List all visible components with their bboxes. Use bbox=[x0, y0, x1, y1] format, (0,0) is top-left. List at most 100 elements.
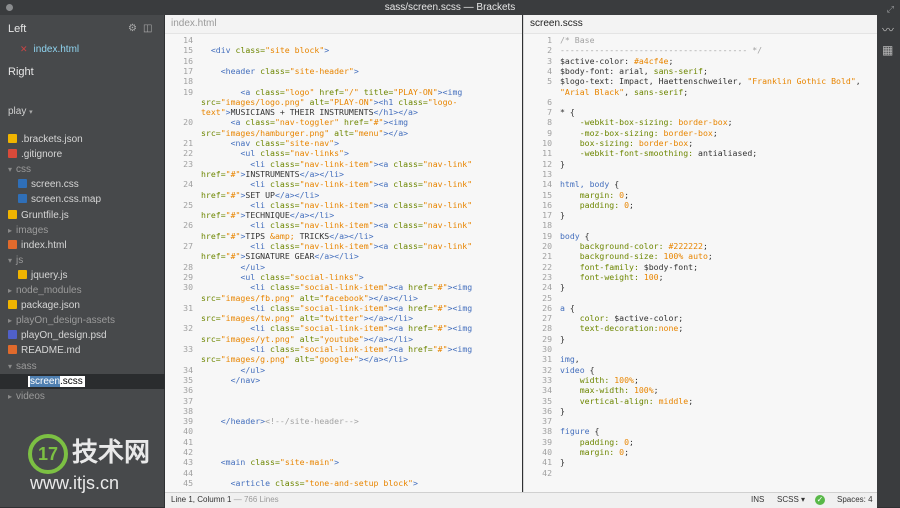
extension-manager-icon[interactable]: ▦ bbox=[882, 43, 893, 57]
code-line[interactable]: <a class="nav-toggler" href="#"><img bbox=[201, 117, 409, 127]
tree-folder[interactable]: ▸ videos bbox=[0, 389, 172, 404]
project-dropdown[interactable]: play ▾ bbox=[8, 106, 33, 117]
code-line[interactable]: <article class="tone-and-setup block"> bbox=[201, 478, 418, 488]
code-line[interactable]: <header class="site-header"> bbox=[201, 66, 359, 76]
code-line[interactable]: href="#">INSTRUMENTS</a></li> bbox=[201, 169, 344, 179]
code-line[interactable]: src="images/hamburger.png" alt="menu"></… bbox=[201, 128, 408, 138]
code-line[interactable]: </ul> bbox=[201, 262, 265, 272]
live-preview-icon[interactable]: 〰 bbox=[882, 21, 894, 38]
tree-file[interactable]: index.html bbox=[0, 238, 172, 253]
right-editor-pane[interactable]: screen.scss 1 /* Base 2 -------------------… bbox=[523, 15, 877, 492]
code-line[interactable]: src="images/fb.png" alt="facebook"></a><… bbox=[201, 293, 418, 303]
code-line[interactable]: <li class="nav-link-item"><a class="nav-… bbox=[201, 159, 472, 169]
code-line[interactable]: html, body { bbox=[560, 179, 619, 189]
tree-folder[interactable]: ▾ js bbox=[0, 253, 172, 268]
tree-file[interactable]: screen.css bbox=[0, 177, 182, 192]
code-line[interactable]: </nav> bbox=[201, 375, 261, 385]
code-line[interactable]: -webkit-font-smoothing: antialiased; bbox=[560, 148, 757, 158]
code-line[interactable]: <li class="social-link-item"><a href="#"… bbox=[201, 303, 472, 313]
code-line[interactable]: box-sizing: border-box; bbox=[560, 138, 693, 148]
code-line[interactable]: <main class="site-main"> bbox=[201, 457, 339, 467]
code-line[interactable]: <li class="social-link-item"><a href="#"… bbox=[201, 323, 472, 333]
tree-file[interactable]: jquery.js bbox=[0, 268, 182, 283]
tree-file[interactable]: screen.scss bbox=[0, 373, 192, 389]
code-line[interactable]: body { bbox=[560, 231, 590, 241]
working-file-item[interactable]: ✕ index.html bbox=[20, 44, 79, 55]
code-line[interactable]: <a class="logo" href="/" title="PLAY-ON"… bbox=[201, 87, 462, 97]
code-line[interactable]: <ul class="social-links"> bbox=[201, 272, 363, 282]
code-line[interactable]: font-weight: 100; bbox=[560, 272, 664, 282]
code-line[interactable]: a { bbox=[560, 303, 575, 313]
code-line[interactable]: text-decoration:none; bbox=[560, 323, 684, 333]
cursor-position[interactable]: Line 1, Column 1 — 766 Lines bbox=[171, 493, 279, 507]
lint-ok-icon[interactable]: ✓ bbox=[815, 495, 825, 505]
code-line[interactable]: max-width: 100%; bbox=[560, 385, 659, 395]
code-line[interactable]: font-family: $body-font; bbox=[560, 262, 698, 272]
code-line[interactable]: <nav class="site-nav"> bbox=[201, 138, 339, 148]
code-line[interactable]: <div class="site block"> bbox=[201, 45, 329, 55]
code-line[interactable]: href="#">TIPS &amp; TRICKS</a></li> bbox=[201, 231, 374, 241]
code-line[interactable]: } bbox=[560, 282, 565, 292]
code-line[interactable]: } bbox=[560, 334, 565, 344]
code-line[interactable]: } bbox=[560, 457, 565, 467]
split-view-icon[interactable]: ◫ bbox=[143, 23, 158, 34]
code-line[interactable]: $logo-text: Impact, Haettenschweiler, "F… bbox=[560, 76, 861, 86]
code-line[interactable]: -webkit-box-sizing: border-box; bbox=[560, 117, 733, 127]
code-line[interactable]: } bbox=[560, 159, 565, 169]
code-line[interactable]: } bbox=[560, 210, 565, 220]
tree-file[interactable]: Gruntfile.js bbox=[0, 208, 172, 223]
gear-icon[interactable]: ⚙ bbox=[128, 23, 143, 34]
code-line[interactable]: <li class="nav-link-item"><a class="nav-… bbox=[201, 200, 472, 210]
code-line[interactable]: href="#">TECHNIQUE</a></li> bbox=[201, 210, 334, 220]
code-line[interactable]: background-color: #222222; bbox=[560, 241, 708, 251]
code-line[interactable] bbox=[201, 35, 216, 45]
code-line[interactable]: * { bbox=[560, 107, 575, 117]
code-line[interactable]: } bbox=[560, 406, 565, 416]
code-line[interactable]: width: 100%; bbox=[560, 375, 639, 385]
close-file-icon[interactable]: ✕ bbox=[20, 44, 28, 54]
tree-folder[interactable]: ▸ playOn_design-assets bbox=[0, 313, 172, 328]
code-line[interactable]: /* Base bbox=[560, 35, 595, 45]
code-line[interactable]: padding: 0; bbox=[560, 437, 634, 447]
tree-folder[interactable]: ▸ node_modules bbox=[0, 283, 172, 298]
code-line[interactable]: <li class="social-link-item"><a href="#"… bbox=[201, 282, 472, 292]
code-line[interactable]: src="images/yt.png" alt="youtube"></a></… bbox=[201, 334, 413, 344]
code-line[interactable]: href="#">SET UP</a></li> bbox=[201, 190, 319, 200]
tree-folder[interactable]: ▸ images bbox=[0, 223, 172, 238]
tree-file[interactable]: README.md bbox=[0, 343, 172, 358]
code-line[interactable]: <li class="nav-link-item"><a class="nav-… bbox=[201, 220, 472, 230]
rename-input[interactable]: screen.scss bbox=[28, 375, 85, 387]
code-line[interactable]: src="images/logo.png" alt="PLAY-ON"><h1 … bbox=[201, 97, 457, 107]
tree-folder[interactable]: ▾ css bbox=[0, 162, 172, 177]
code-line[interactable]: vertical-align: middle; bbox=[560, 396, 693, 406]
code-line[interactable]: src="images/g.png" alt="google+"></a></l… bbox=[201, 354, 408, 364]
tree-file[interactable]: playOn_design.psd bbox=[0, 328, 172, 343]
code-line[interactable]: text">MUSICIANS + THEIR INSTRUMENTS</h1>… bbox=[201, 107, 418, 117]
tree-file[interactable]: screen.css.map bbox=[0, 192, 182, 207]
code-line[interactable]: -moz-box-sizing: border-box; bbox=[560, 128, 718, 138]
code-line[interactable]: <li class="nav-link-item"><a class="nav-… bbox=[201, 179, 472, 189]
code-line[interactable]: <li class="social-link-item"><a href="#"… bbox=[201, 344, 472, 354]
indent-setting[interactable]: Spaces: 4 bbox=[837, 493, 873, 507]
left-editor-filename[interactable]: index.html bbox=[165, 15, 522, 34]
code-line[interactable]: "Arial Black", sans-serif; bbox=[560, 87, 688, 97]
code-line[interactable]: video { bbox=[560, 365, 595, 375]
code-line[interactable]: $body-font: arial, sans-serif; bbox=[560, 66, 708, 76]
code-line[interactable]: href="#">SIGNATURE GEAR</a></li> bbox=[201, 251, 359, 261]
code-line[interactable]: <li class="nav-link-item"><a class="nav-… bbox=[201, 241, 472, 251]
code-line[interactable]: img, bbox=[560, 354, 580, 364]
code-line[interactable]: color: $active-color; bbox=[560, 313, 684, 323]
code-line[interactable]: figure { bbox=[560, 426, 599, 436]
tree-file[interactable]: .brackets.json bbox=[0, 132, 172, 147]
window-close-button[interactable] bbox=[6, 4, 13, 11]
code-line[interactable]: background-size: 100% auto; bbox=[560, 251, 713, 261]
insert-mode[interactable]: INS bbox=[751, 493, 764, 507]
code-line[interactable]: margin: 0; bbox=[560, 447, 629, 457]
code-line[interactable]: <ul class="nav-links"> bbox=[201, 148, 348, 158]
language-mode-dropdown[interactable]: SCSS ▾ bbox=[777, 493, 805, 507]
tree-file[interactable]: .gitignore bbox=[0, 147, 172, 162]
code-line[interactable]: $active-color: #a4cf4e; bbox=[560, 56, 673, 66]
code-line[interactable]: padding: 0; bbox=[560, 200, 634, 210]
code-line[interactable]: </ul> bbox=[201, 365, 265, 375]
code-line[interactable]: margin: 0; bbox=[560, 190, 629, 200]
